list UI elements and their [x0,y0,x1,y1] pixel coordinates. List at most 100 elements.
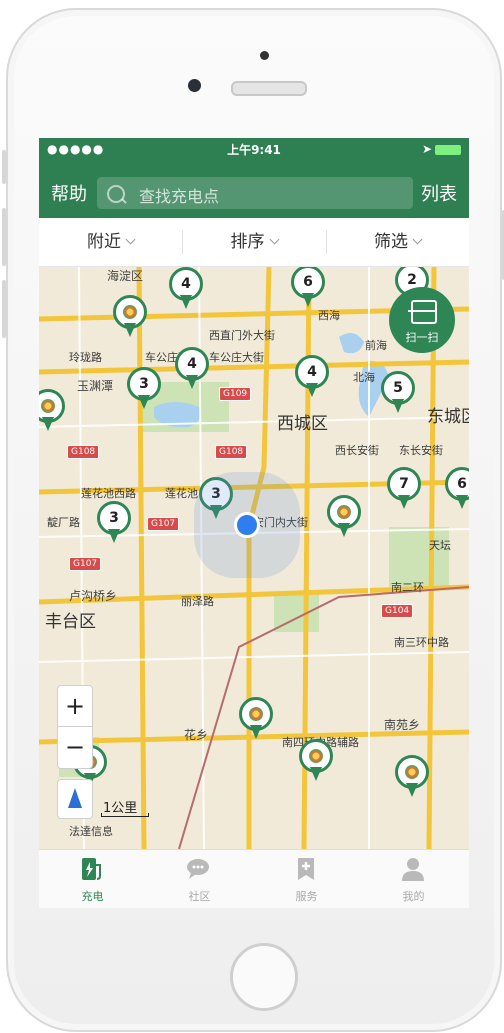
current-location-dot [234,512,260,538]
scan-icon [408,300,437,324]
tab-bar: 充电 社区 服务 我的 [39,849,469,908]
search-icon [107,185,125,203]
label-lianhuachi-w: 莲花池西路 [81,487,136,500]
sort-label: 排序 [230,232,265,252]
tab-mine[interactable]: 我的 [360,850,467,908]
battery-indicator: ➤ [422,142,461,156]
tab-label: 社区 [188,890,211,903]
chevron-down-icon [125,234,136,245]
station-cluster-pin[interactable]: 6 [445,467,469,511]
list-button[interactable]: 列表 [421,180,457,206]
label-nansanhuan: 南三环中路 [394,636,449,649]
label-fatai: 法達信息 [69,825,113,838]
tab-charging[interactable]: 充电 [39,850,146,908]
home-button[interactable] [230,943,298,1011]
pin-tail [310,767,322,781]
label-dongcheng: 东城区 [427,407,469,427]
earpiece-speaker [231,81,307,96]
rail-line [178,586,469,849]
station-pin[interactable] [299,739,333,783]
label-xian: 西长安街 [335,444,379,457]
label-qianhai: 前海 [365,339,387,352]
pin-tail [138,395,150,409]
tab-label: 服务 [295,890,318,903]
zoom-in-button[interactable]: + [58,686,92,727]
highway-shield: G108 [67,445,100,459]
station-cluster-pin[interactable]: 3 [199,477,233,521]
volume-down-button [2,280,6,338]
map-view[interactable]: 海淀区 西直门外大街 车公庄西 车公庄大街 玲珑路 玉渊潭 西城区 东城区 西长… [39,267,469,849]
navigation-arrow-icon [68,788,82,808]
battery-icon [435,144,461,155]
pin-tail [302,293,314,307]
label-chegongzhuang: 车公庄大街 [209,351,264,364]
highway-shield: G107 [69,557,102,571]
search-input[interactable]: 查找充电点 [97,177,413,209]
pin-tail [398,495,410,509]
search-placeholder: 查找充电点 [139,187,220,206]
label-beihai: 北海 [353,371,375,384]
pin-tail [338,523,350,537]
label-haidian: 海淀区 [107,269,144,283]
pin-tail [250,725,262,739]
pin-tail [456,495,468,509]
label-dongchanganjie: 东长安街 [399,444,443,457]
tab-services[interactable]: 服务 [253,850,360,908]
label-dingfang: 靛厂路 [47,516,80,529]
station-cluster-pin[interactable]: 4 [295,355,329,399]
help-button[interactable]: 帮助 [51,180,87,206]
pin-tail [186,375,198,389]
label-linglong: 玲珑路 [69,351,102,364]
zoom-out-button[interactable]: − [58,727,92,767]
tab-label: 充电 [81,890,104,903]
highway-shield: G108 [215,445,248,459]
scan-button[interactable]: 扫一扫 [389,287,455,353]
volume-up-button [2,208,6,266]
proximity-sensor [260,51,269,60]
label-nanyuanxiang: 南苑乡 [384,718,421,732]
status-bar: ●●●●● 上午9:41 ➤ [39,138,469,158]
tab-filter[interactable]: 筛选 [326,218,469,266]
pin-tail [180,295,192,309]
label-fengtai: 丰台区 [45,612,96,632]
lake [339,333,364,354]
tab-label: 我的 [402,890,425,903]
label-tiantan: 天坛 [429,539,451,552]
station-pin[interactable] [327,495,361,539]
zoom-control: + − [57,685,93,769]
pin-tail [108,529,120,543]
tab-community[interactable]: 社区 [146,850,253,908]
station-cluster-pin[interactable]: 3 [127,367,161,411]
label-yuyuantan: 玉渊潭 [77,379,114,393]
station-cluster-pin[interactable]: 4 [169,267,203,311]
pin-tail [306,383,318,397]
station-cluster-pin[interactable]: 7 [387,467,421,511]
mute-switch [2,150,6,184]
status-time: 上午9:41 [227,143,281,157]
filter-bar: 附近 排序 筛选 [39,218,469,267]
filter-label: 筛选 [374,232,408,252]
scale-bar [101,813,149,817]
station-pin[interactable] [395,755,429,799]
station-cluster-pin[interactable]: 4 [175,347,209,391]
highway-shield: G109 [219,387,252,401]
map-scale: 1公里 [101,797,149,817]
highway-shield: G104 [381,604,414,618]
tab-nearby[interactable]: 附近 [39,218,182,266]
locate-me-button[interactable] [57,779,93,819]
pin-tail [210,505,222,519]
station-cluster-pin[interactable]: 6 [291,267,325,309]
label-lugouqiao: 卢沟桥乡 [69,589,118,603]
station-pin[interactable] [113,295,147,339]
chevron-down-icon [269,234,279,245]
station-cluster-pin[interactable]: 3 [97,501,131,545]
label-lize: 丽泽路 [181,595,214,608]
top-bar: ●●●●● 上午9:41 ➤ 帮助 查找充电点 列表 [39,138,469,218]
station-pin[interactable] [239,697,273,741]
label-huaxiang: 花乡 [184,728,209,742]
station-cluster-pin[interactable]: 5 [381,371,415,415]
station-pin[interactable] [39,389,65,433]
user-icon [402,858,424,881]
pin-tail [42,417,54,431]
tab-sort[interactable]: 排序 [182,218,326,266]
